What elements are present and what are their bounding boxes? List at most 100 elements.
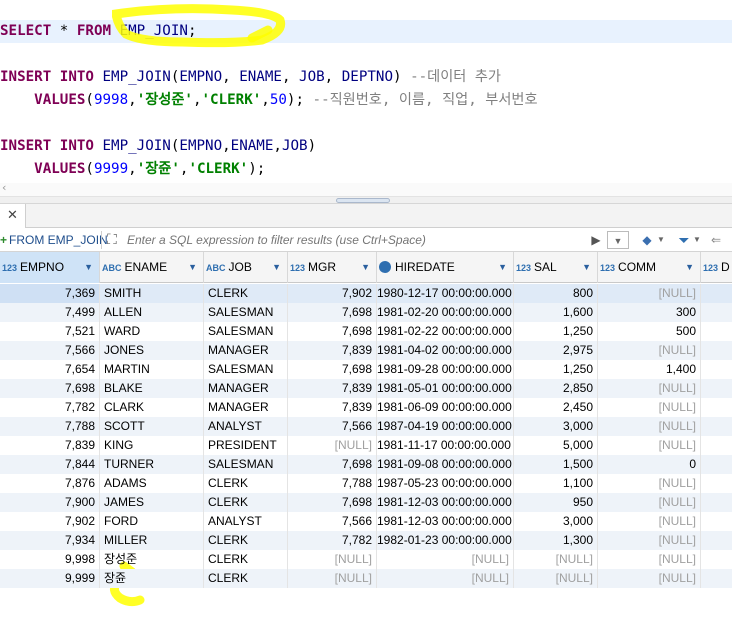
chevron-down-icon[interactable]: ▼ [84, 252, 93, 283]
cell-hiredate[interactable]: 1981-05-01 00:00:00.000 [377, 379, 514, 398]
table-row[interactable]: 9,998 장성준 CLERK [NULL] [NULL] [NULL] [NULL] [0, 550, 732, 569]
cell-job[interactable]: SALESMAN [204, 322, 288, 341]
cell-job[interactable]: ANALYST [204, 512, 288, 531]
table-row[interactable]: 7,900 JAMES CLERK 7,698 1981-12-03 00:00:00.… [0, 493, 732, 512]
cell-job[interactable]: SALESMAN [204, 455, 288, 474]
cell-ename[interactable]: MARTIN [100, 360, 204, 379]
cell-empno[interactable]: 7,782 [0, 398, 100, 417]
cell-hiredate[interactable]: 1981-09-28 00:00:00.000 [377, 360, 514, 379]
table-row[interactable]: 7,902 FORD ANALYST 7,566 1981-12-03 00:00:00… [0, 512, 732, 531]
cell-hiredate[interactable]: 1981-09-08 00:00:00.000 [377, 455, 514, 474]
cell-sal[interactable]: 2,450 [514, 398, 598, 417]
cell-job[interactable]: CLERK [204, 569, 288, 588]
panel-splitter[interactable] [0, 196, 732, 204]
cell-comm[interactable]: [NULL] [598, 531, 701, 550]
cell-hiredate[interactable]: 1981-12-03 00:00:00.000 [377, 512, 514, 531]
cell-sal[interactable]: 1,250 [514, 322, 598, 341]
scroll-left-icon[interactable]: ‹ [2, 181, 6, 194]
cell-job[interactable]: CLERK [204, 531, 288, 550]
column-header-sal[interactable]: 123 SAL ▼ [514, 252, 598, 283]
cell-comm[interactable]: [NULL] [598, 474, 701, 493]
cell-mgr[interactable]: 7,698 [288, 322, 377, 341]
cell-hiredate[interactable]: 1987-05-23 00:00:00.000 [377, 474, 514, 493]
chevron-down-icon[interactable]: ▼ [188, 252, 197, 283]
apply-filter-icon[interactable]: ▶ [589, 231, 603, 249]
cell-mgr[interactable]: [NULL] [288, 550, 377, 569]
cell-comm[interactable]: [NULL] [598, 569, 701, 588]
filter-input[interactable] [127, 228, 567, 252]
table-row[interactable]: 7,934 MILLER CLERK 7,782 1982-01-23 00:00:00… [0, 531, 732, 550]
cell-sal[interactable]: 2,850 [514, 379, 598, 398]
chevron-down-icon[interactable]: ▼ [272, 252, 281, 283]
cell-job[interactable]: CLERK [204, 493, 288, 512]
cell-mgr[interactable]: 7,698 [288, 360, 377, 379]
cell-hiredate[interactable]: 1981-04-02 00:00:00.000 [377, 341, 514, 360]
cell-sal[interactable]: 3,000 [514, 512, 598, 531]
cell-hiredate[interactable]: 1981-12-03 00:00:00.000 [377, 493, 514, 512]
cell-ename[interactable]: JAMES [100, 493, 204, 512]
cell-ename[interactable]: SCOTT [100, 417, 204, 436]
filter-source-label[interactable]: + FROM EMP_JOIN [0, 228, 108, 252]
cell-empno[interactable]: 7,698 [0, 379, 100, 398]
cell-ename[interactable]: SMITH [100, 284, 204, 303]
cell-hiredate[interactable]: 1982-01-23 00:00:00.000 [377, 531, 514, 550]
cell-hiredate[interactable]: 1980-12-17 00:00:00.000 [377, 284, 514, 303]
cell-hiredate[interactable]: [NULL] [377, 550, 514, 569]
table-row[interactable]: 7,876 ADAMS CLERK 7,788 1987-05-23 00:00:00.… [0, 474, 732, 493]
eraser-dropdown-icon[interactable]: ▼ [656, 231, 666, 249]
cell-sal[interactable]: 1,300 [514, 531, 598, 550]
cell-empno[interactable]: 7,499 [0, 303, 100, 322]
cell-job[interactable]: CLERK [204, 474, 288, 493]
cell-mgr[interactable]: 7,902 [288, 284, 377, 303]
results-grid[interactable]: 123 EMPNO ▼ ABC ENAME ▼ ABC JOB ▼ 123 MGR ▼ HIREDATE… [0, 252, 732, 617]
chevron-down-icon[interactable]: ▼ [582, 252, 591, 283]
cell-job[interactable]: MANAGER [204, 379, 288, 398]
cell-sal[interactable]: 5,000 [514, 436, 598, 455]
cell-comm[interactable]: 300 [598, 303, 701, 322]
cell-comm[interactable]: 500 [598, 322, 701, 341]
cell-sal[interactable]: 1,250 [514, 360, 598, 379]
column-header-comm[interactable]: 123 COMM ▼ [598, 252, 701, 283]
cell-empno[interactable]: 7,521 [0, 322, 100, 341]
cell-empno[interactable]: 9,999 [0, 569, 100, 588]
cell-hiredate[interactable]: 1981-11-17 00:00:00.000 [377, 436, 514, 455]
column-header-job[interactable]: ABC JOB ▼ [204, 252, 288, 283]
column-header-hiredate[interactable]: HIREDATE ▼ [377, 252, 514, 283]
cell-mgr[interactable]: [NULL] [288, 569, 377, 588]
cell-ename[interactable]: FORD [100, 512, 204, 531]
code-line[interactable]: INSERT INTO EMP_JOIN(EMPNO, ENAME, JOB, … [0, 66, 501, 89]
cell-ename[interactable]: TURNER [100, 455, 204, 474]
table-row[interactable]: 7,499 ALLEN SALESMAN 7,698 1981-02-20 00:00:… [0, 303, 732, 322]
cell-sal[interactable]: [NULL] [514, 569, 598, 588]
column-header-d[interactable]: 123 D [701, 252, 732, 283]
cell-empno[interactable]: 9,998 [0, 550, 100, 569]
cell-comm[interactable]: [NULL] [598, 398, 701, 417]
table-row[interactable]: 7,839 KING PRESIDENT [NULL] 1981-11-17 00:00… [0, 436, 732, 455]
cell-hiredate[interactable]: 1981-02-22 00:00:00.000 [377, 322, 514, 341]
cell-hiredate[interactable]: 1987-04-19 00:00:00.000 [377, 417, 514, 436]
cell-comm[interactable]: 0 [598, 455, 701, 474]
cell-mgr[interactable]: 7,788 [288, 474, 377, 493]
cell-comm[interactable]: 1,400 [598, 360, 701, 379]
cell-empno[interactable]: 7,566 [0, 341, 100, 360]
table-row[interactable]: 9,999 장쥰 CLERK [NULL] [NULL] [NULL] [NULL] [0, 569, 732, 588]
expand-filter-icon[interactable]: ⛶ [107, 231, 117, 248]
code-line[interactable]: SELECT * FROM EMP_JOIN; [0, 20, 732, 43]
cell-ename[interactable]: MILLER [100, 531, 204, 550]
code-line[interactable]: VALUES(9999,'장쥰','CLERK'); [0, 158, 265, 181]
cell-mgr[interactable]: 7,566 [288, 512, 377, 531]
cell-job[interactable]: SALESMAN [204, 303, 288, 322]
back-arrow-icon[interactable]: ⇐ [708, 231, 724, 249]
cell-mgr[interactable]: 7,839 [288, 341, 377, 360]
table-row[interactable]: 7,654 MARTIN SALESMAN 7,698 1981-09-28 00:00… [0, 360, 732, 379]
cell-sal[interactable]: 2,975 [514, 341, 598, 360]
cell-job[interactable]: ANALYST [204, 417, 288, 436]
cell-empno[interactable]: 7,876 [0, 474, 100, 493]
cell-empno[interactable]: 7,654 [0, 360, 100, 379]
cell-hiredate[interactable]: 1981-02-20 00:00:00.000 [377, 303, 514, 322]
eraser-icon[interactable]: ◆ [638, 231, 656, 249]
column-header-mgr[interactable]: 123 MGR ▼ [288, 252, 377, 283]
cell-empno[interactable]: 7,844 [0, 455, 100, 474]
cell-job[interactable]: CLERK [204, 550, 288, 569]
editor-horizontal-scrollbar[interactable]: ‹ [0, 181, 732, 196]
